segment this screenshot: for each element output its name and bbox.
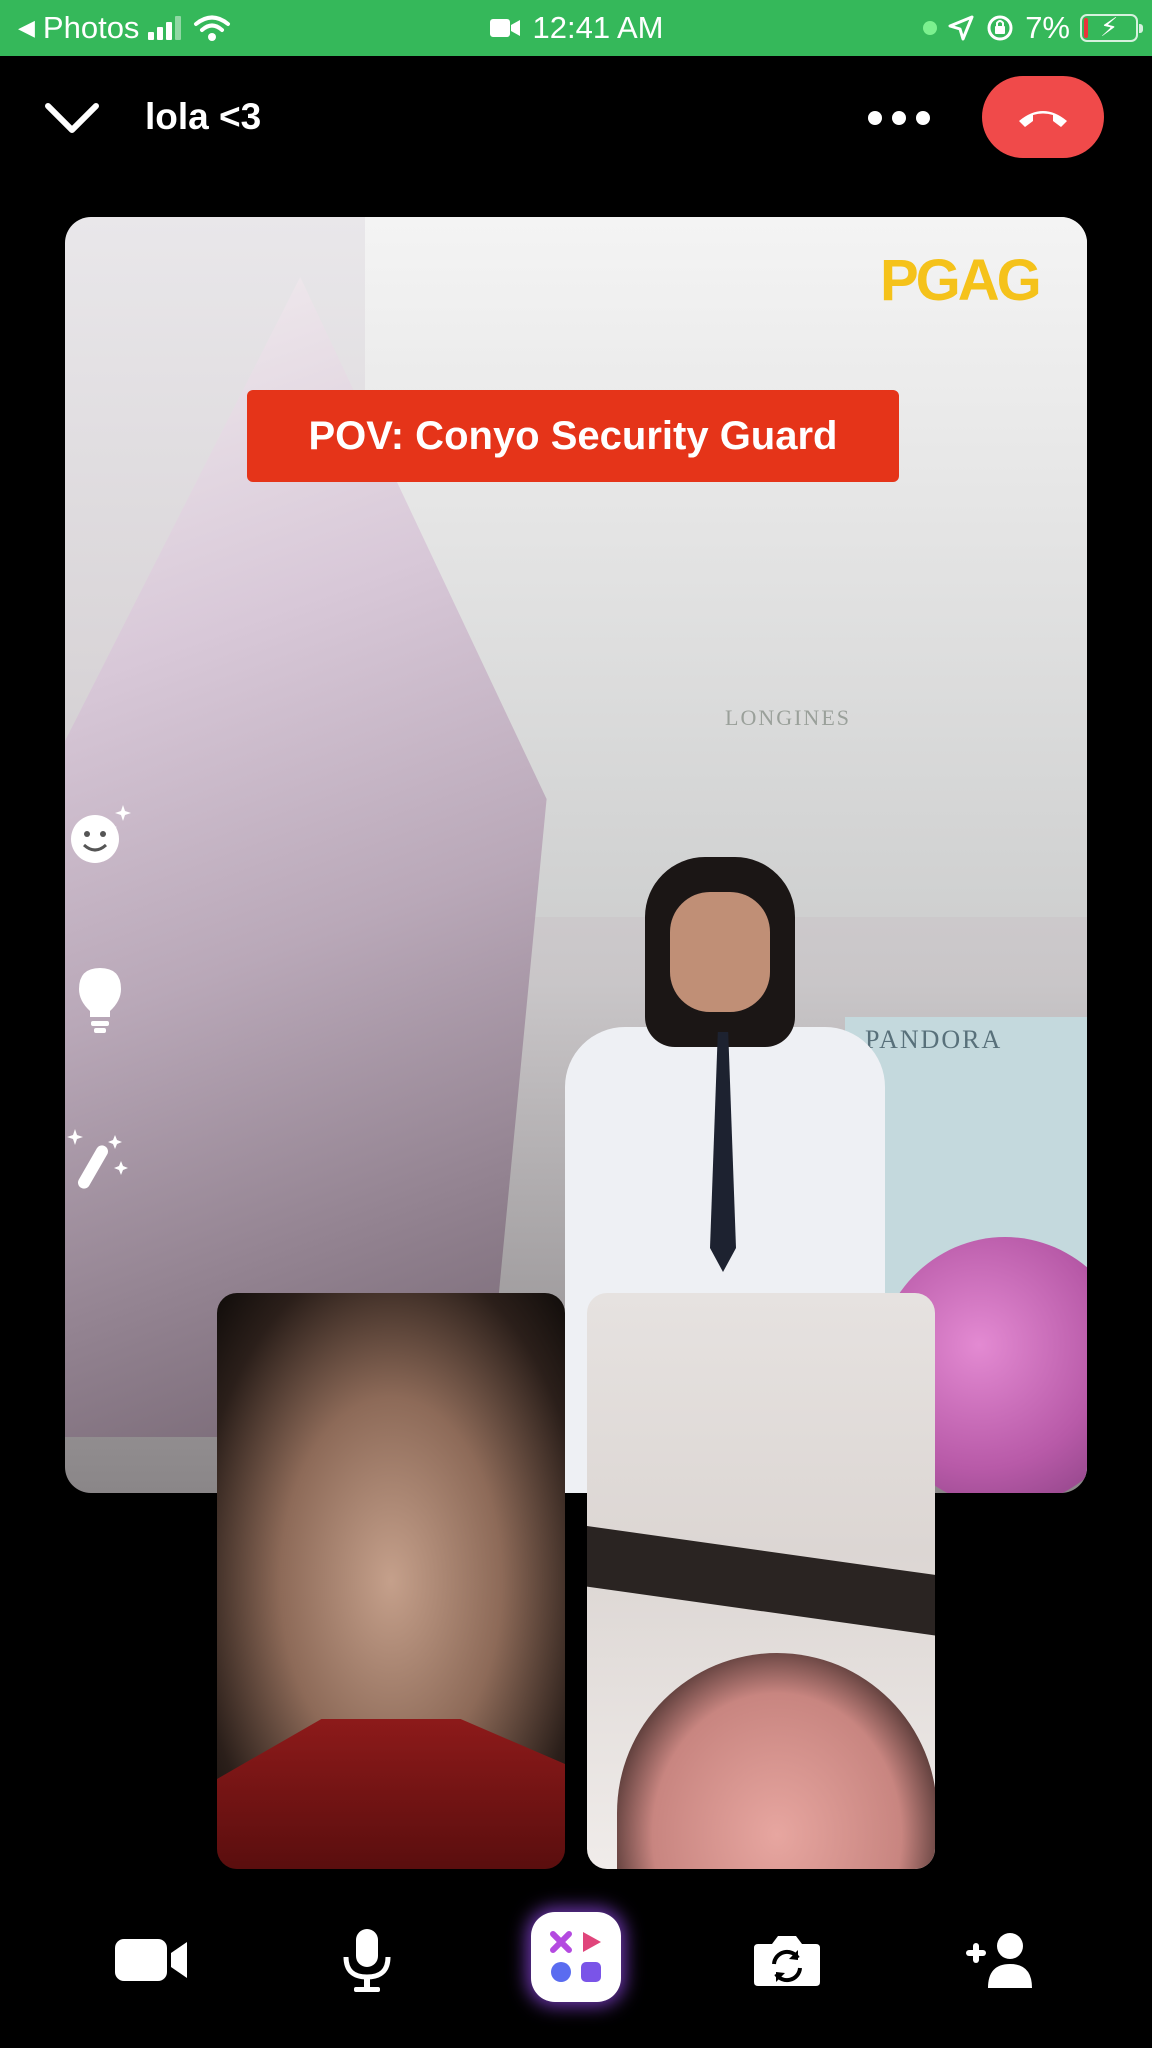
lightbulb-button[interactable] (65, 965, 135, 1035)
chevron-down-icon[interactable] (44, 98, 100, 138)
face-effects-icon (71, 805, 131, 863)
mic-in-use-dot (923, 21, 938, 35)
call-title: lola <3 (145, 96, 262, 137)
location-icon (948, 15, 974, 41)
participant-video-2[interactable] (587, 1293, 935, 1869)
face-effects-button[interactable] (65, 799, 135, 869)
video-toggle-button[interactable] (106, 1920, 196, 2000)
battery-charging-icon: ⚡ (1080, 12, 1143, 42)
battery-level (1084, 18, 1088, 38)
add-person-icon (966, 1933, 1032, 1988)
status-time: 12:41 AM (532, 10, 664, 45)
battery-percent: 7% (1025, 10, 1070, 45)
more-icon[interactable] (868, 104, 932, 132)
mute-button[interactable] (322, 1920, 412, 2000)
participant-video-1[interactable] (217, 1293, 565, 1869)
video-caption: POV: Conyo Security Guard (247, 390, 899, 482)
flip-camera-button[interactable] (742, 1920, 832, 2000)
call-controls (0, 1900, 1152, 2020)
microphone-icon (343, 1929, 391, 1992)
flip-camera-icon (754, 1936, 820, 1986)
rotation-lock-icon (987, 15, 1013, 41)
video-camera-icon (115, 1939, 187, 1981)
watermark-logo: PGAG (880, 248, 1042, 313)
store-sign-top: LONGINES (725, 705, 851, 730)
effects-icon (550, 1931, 601, 1982)
magic-wand-button[interactable] (65, 1125, 135, 1195)
effects-button[interactable] (531, 1912, 621, 2002)
call-header: lola <3 (0, 56, 1152, 176)
status-right: 7% ⚡ (923, 0, 1143, 56)
add-person-button[interactable] (956, 1920, 1046, 2000)
magic-wand-icon (67, 1129, 128, 1189)
shared-video[interactable]: LONGINES PANDORA PGAG POV: Conyo Securit… (65, 217, 1087, 1493)
end-call-button[interactable] (982, 76, 1104, 158)
status-bar: ◀ Photos 12:41 AM 7% ⚡ (0, 0, 1152, 56)
end-call-icon (1019, 111, 1067, 127)
lightbulb-icon (79, 968, 121, 1033)
camera-recording-icon (489, 19, 520, 37)
